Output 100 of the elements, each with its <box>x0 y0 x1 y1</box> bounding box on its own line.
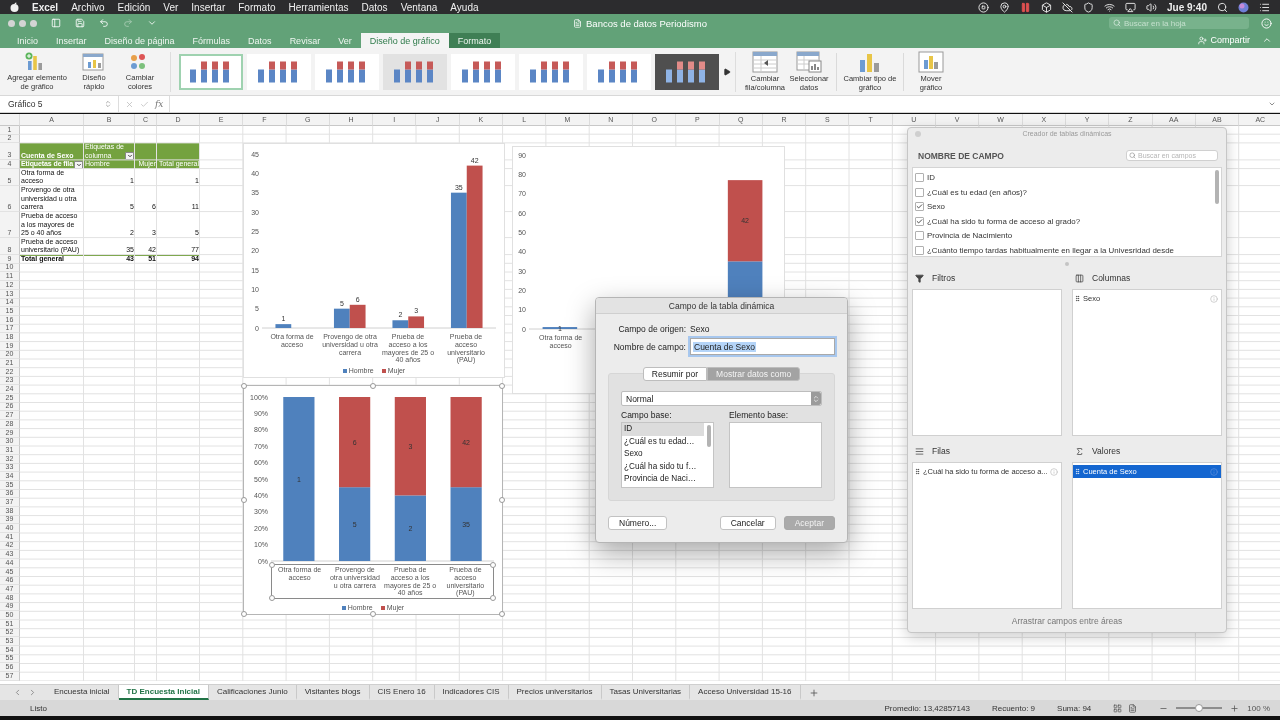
grid-icon[interactable] <box>1113 703 1123 713</box>
sheet-tab[interactable]: TD Encuesta Inicial <box>118 685 209 700</box>
pin-icon[interactable] <box>998 1 1010 13</box>
filter-button[interactable] <box>74 161 83 170</box>
orb-icon[interactable] <box>1238 1 1249 13</box>
list-item[interactable]: ¿Cuál es tu edad… <box>622 435 704 449</box>
page-icon[interactable] <box>1128 703 1138 713</box>
zoom-button[interactable] <box>30 19 37 27</box>
scrollbar-thumb[interactable] <box>707 425 711 447</box>
zoom-in-icon[interactable] <box>1230 703 1240 713</box>
shield-icon[interactable] <box>1082 1 1094 13</box>
filter-button[interactable] <box>125 152 134 161</box>
menu-item[interactable]: Ayuda <box>450 1 479 13</box>
arrow-right-icon[interactable] <box>723 67 731 76</box>
menu-item[interactable]: Excel <box>32 1 59 13</box>
apple-icon[interactable] <box>10 2 19 12</box>
chart-style-thumbnail[interactable] <box>383 53 447 90</box>
menu-item[interactable]: Herramientas <box>288 1 349 13</box>
resize-handle[interactable] <box>269 595 275 602</box>
check-icon[interactable] <box>140 99 149 109</box>
checkbox[interactable] <box>915 202 924 212</box>
scrollbar-thumb[interactable] <box>1215 170 1219 205</box>
customize-icon[interactable] <box>147 18 157 28</box>
window-title: Bancos de datos Periodismo <box>586 17 707 29</box>
checkbox[interactable] <box>915 231 924 241</box>
resize-handle[interactable] <box>490 562 496 568</box>
close-button[interactable] <box>915 131 921 137</box>
menu-item[interactable]: Insertar <box>191 1 226 13</box>
slider-thumb[interactable] <box>1195 704 1204 712</box>
info-icon[interactable] <box>1210 294 1218 303</box>
checkbox[interactable] <box>915 187 924 197</box>
area-title: Filtros <box>932 273 956 284</box>
minimize-button[interactable] <box>19 19 26 27</box>
grip-icon <box>914 468 921 476</box>
resize-handle[interactable] <box>499 383 505 389</box>
checkbox[interactable] <box>915 245 924 255</box>
ribbon-tab[interactable]: Diseño de gráfico <box>360 33 449 48</box>
menu-item[interactable]: Archivo <box>71 1 105 13</box>
record-icon[interactable] <box>977 1 989 13</box>
menu-item[interactable]: Formato <box>238 1 276 13</box>
redo-icon[interactable] <box>123 18 133 28</box>
close-icon[interactable] <box>125 99 134 109</box>
menu-item[interactable]: Ver <box>163 1 179 13</box>
smiley-icon[interactable] <box>1261 17 1272 29</box>
segment-tab[interactable]: Resumir por <box>642 367 708 381</box>
chart-style-thumbnail[interactable] <box>519 53 583 90</box>
chart-style-thumbnail[interactable] <box>247 53 311 90</box>
info-icon[interactable] <box>1210 467 1218 476</box>
cloud-icon[interactable] <box>1061 1 1073 13</box>
resize-handle[interactable] <box>370 611 376 617</box>
search-icon[interactable] <box>1217 1 1228 13</box>
undo-icon[interactable] <box>99 18 109 28</box>
resize-handle[interactable] <box>499 611 505 617</box>
list-item[interactable]: ID <box>622 423 704 436</box>
chart-style-thumbnail[interactable] <box>655 53 719 90</box>
close-button[interactable] <box>8 19 15 27</box>
resize-handle[interactable] <box>241 383 247 389</box>
resize-handle[interactable] <box>269 562 275 568</box>
menu-item[interactable]: Ventana <box>400 1 438 13</box>
ribbon-tab[interactable]: Formato <box>448 33 501 48</box>
list-item[interactable]: Provincia de Naci… <box>622 473 704 486</box>
chart-style-thumbnail[interactable] <box>315 53 379 90</box>
volume-icon[interactable] <box>1145 1 1157 13</box>
resize-handle[interactable] <box>499 497 505 503</box>
select-all-button[interactable] <box>0 114 20 126</box>
stepper-icon[interactable] <box>104 100 112 108</box>
resize-handle[interactable] <box>241 611 247 617</box>
chart-style-thumbnail[interactable] <box>587 53 651 90</box>
chart-style-thumbnail[interactable] <box>451 53 515 90</box>
search-field[interactable]: Buscar en la hoja <box>1109 17 1249 29</box>
chart-style-thumbnail[interactable] <box>179 53 243 90</box>
list-item[interactable]: ¿Cuál ha sido tu f… <box>622 460 704 474</box>
section-heading: NOMBRE DE CAMPO <box>918 150 1004 161</box>
input-field[interactable]: Cuenta de Sexo <box>690 338 835 355</box>
box-icon[interactable] <box>1040 1 1052 13</box>
stepper-button[interactable] <box>811 392 821 405</box>
list-icon[interactable] <box>1259 1 1270 13</box>
resize-handle[interactable] <box>490 595 496 602</box>
drag-handle[interactable] <box>1065 262 1069 267</box>
airplay-icon[interactable] <box>1124 1 1136 13</box>
dropdown[interactable]: Normal <box>621 391 822 406</box>
list-item[interactable]: Sexo <box>622 448 704 461</box>
name-box[interactable]: Gráfico 5 <box>8 96 119 112</box>
sidebar-icon[interactable] <box>51 18 61 28</box>
save-icon[interactable] <box>75 18 85 28</box>
collapse-icon[interactable] <box>1262 35 1272 45</box>
menu-item[interactable]: Edición <box>117 1 151 13</box>
checkbox[interactable] <box>915 173 924 183</box>
info-icon[interactable] <box>1050 467 1058 476</box>
resize-handle[interactable] <box>241 497 247 503</box>
pause-icon[interactable] <box>1019 1 1031 13</box>
function-button[interactable]: fx <box>155 99 164 109</box>
dialog-button[interactable]: Número... <box>608 516 668 530</box>
checkbox[interactable] <box>915 216 924 226</box>
wifi-icon[interactable] <box>1103 1 1115 13</box>
expand-icon[interactable] <box>1268 100 1276 108</box>
dialog-button[interactable]: Cancelar <box>719 516 776 530</box>
menu-item[interactable]: Datos <box>361 1 388 13</box>
caret-icon <box>126 153 133 160</box>
resize-handle[interactable] <box>370 383 376 389</box>
